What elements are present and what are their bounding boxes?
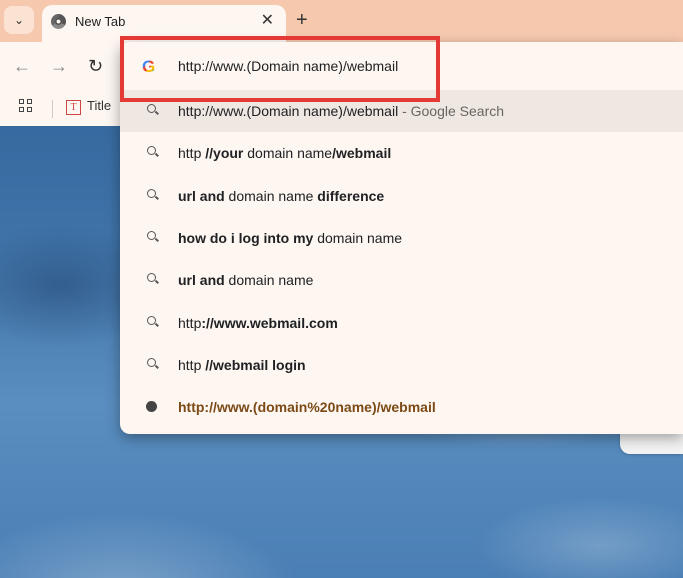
suggestion-text-part: http <box>178 356 206 373</box>
chevron-down-icon: ⌄ <box>13 13 25 27</box>
search-icon <box>144 315 158 330</box>
forward-arrow-icon[interactable]: → <box>50 55 68 77</box>
bookmarks-divider <box>52 100 53 118</box>
suggestion-item[interactable]: http //webmail login <box>120 344 683 386</box>
suggestion-item[interactable]: http //your domain name/webmail <box>120 132 683 174</box>
suggestion-text-part: url and <box>178 187 225 204</box>
suggestion-item[interactable]: url and domain name difference <box>120 175 683 217</box>
suggestion-text-part: ://www.webmail <box>201 314 306 331</box>
suggestion-item[interactable]: url and domain name <box>120 259 683 301</box>
globe-icon <box>144 400 158 414</box>
suggestion-text-part: login <box>268 356 306 373</box>
suggestion-text: http://www.(Domain name)/webmail - Googl… <box>178 103 504 119</box>
suggestion-text-part: http <box>178 314 202 331</box>
suggestion-text-part: url and <box>178 272 225 289</box>
search-icon <box>144 273 158 287</box>
suggestion-text: http //your domain name/webmail <box>178 145 391 161</box>
bookmark-label: Title <box>87 98 112 113</box>
suggestion-text-part: domain name <box>224 272 314 289</box>
suggestion-text-part: - Google Search <box>398 103 505 120</box>
search-icon <box>144 231 158 245</box>
search-icon <box>144 104 158 118</box>
suggestion-text: url and domain name difference <box>178 188 384 204</box>
suggestion-text: how do i log into my domain name <box>178 230 402 246</box>
suggestion-text: http //webmail login <box>178 357 306 373</box>
suggestion-text: url and domain name <box>178 272 313 288</box>
suggestion-item[interactable]: http://www.(domain%20name)/webmail <box>120 386 683 428</box>
back-arrow-icon[interactable]: ← <box>13 55 31 77</box>
suggestion-text-part: //your <box>205 145 244 162</box>
suggestion-text: http://www.(domain%20name)/webmail <box>178 399 436 415</box>
suggestion-item[interactable]: http://www.webmail.com <box>120 301 683 343</box>
suggestion-text-part: .com <box>305 314 338 331</box>
search-icon <box>144 146 158 160</box>
suggestion-text-part: domain name <box>313 230 403 247</box>
tab-search-button[interactable]: ⌄ <box>4 6 34 34</box>
bookmark-title[interactable]: T Title <box>66 98 111 115</box>
suggestion-text-part: http://www.(Domain name)/webmail <box>178 103 399 120</box>
close-icon[interactable]: ✕ <box>261 11 274 31</box>
search-icon <box>144 188 158 203</box>
suggestion-list: http://www.(Domain name)/webmail - Googl… <box>120 90 683 428</box>
chrome-icon <box>51 14 66 29</box>
suggestion-text-part: domain name <box>243 145 333 162</box>
search-icon <box>144 357 158 372</box>
bookmark-favicon-icon: T <box>66 100 81 115</box>
tab-title: New Tab <box>75 14 126 29</box>
suggestion-item[interactable]: how do i log into my domain name <box>120 217 683 259</box>
suggestion-text-part: how do i log into my <box>178 230 314 247</box>
suggestion-text: http://www.webmail.com <box>178 315 338 331</box>
suggestion-text-part: /webmail <box>332 145 392 162</box>
apps-grid-icon[interactable] <box>19 99 33 113</box>
suggestion-text-part: http://www.(domain%20name)/webmail <box>178 399 436 416</box>
new-tab-button[interactable]: + <box>296 9 308 31</box>
suggestion-text-part: http <box>178 145 206 162</box>
suggestion-text-part: difference <box>317 187 385 204</box>
suggestion-text-part: //webmail <box>205 356 269 373</box>
reload-icon[interactable]: ↻ <box>88 55 103 77</box>
highlight-annotation-box <box>120 36 440 102</box>
suggestion-text-part: domain name <box>224 187 318 204</box>
